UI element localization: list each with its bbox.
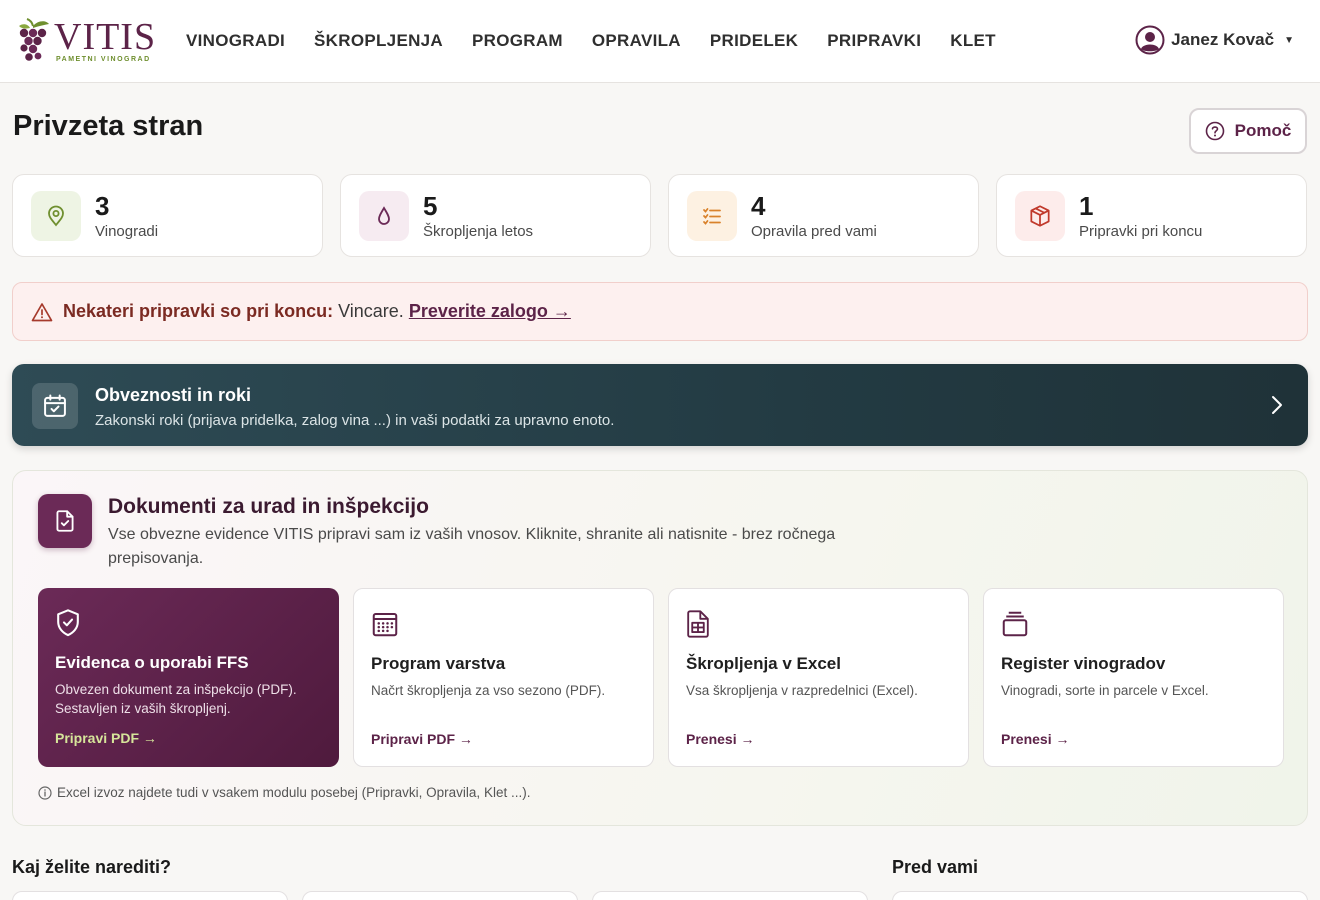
nav-pridelek[interactable]: PRIDELEK: [710, 31, 798, 51]
brand-tagline: PAMETNI VINOGRAD: [56, 56, 151, 63]
stat-label: Opravila pred vami: [751, 223, 877, 240]
doc-card-desc: Vinogradi, sorte in parcele v Excel.: [1001, 683, 1209, 698]
quick-action-card[interactable]: [592, 891, 868, 900]
stat-label: Pripravki pri koncu: [1079, 223, 1203, 240]
upcoming-card[interactable]: [892, 891, 1308, 900]
stat-label: Vinogradi: [95, 223, 159, 240]
shield-check-icon: [57, 609, 79, 637]
vitis-logo[interactable]: VITIS PAMETNI VINOGRAD: [14, 16, 159, 66]
prepare-pdf-link[interactable]: Pripravi PDF →: [55, 730, 157, 746]
doc-card-ffs[interactable]: Evidenca o uporabi FFS Obvezen dokument …: [38, 588, 339, 767]
info-icon: [38, 785, 52, 800]
doc-card-title: Škropljenja v Excel: [686, 654, 841, 673]
spreadsheet-file-icon: [687, 610, 709, 638]
doc-card-title: Evidenca o uporabi FFS: [55, 653, 249, 672]
stat-card-opravila[interactable]: 4 Opravila pred vami: [668, 174, 979, 257]
help-label: Pomoč: [1234, 121, 1292, 140]
low-stock-alert: Nekateri pripravki so pri koncu: Vincare…: [12, 282, 1308, 341]
main-menu: VINOGRADI ŠKROPLJENJA PROGRAM OPRAVILA P…: [186, 31, 1025, 51]
list-icon: [687, 191, 737, 241]
document-check-icon: [38, 494, 92, 548]
doc-card-desc: Obvezen dokument za inšpekcijo (PDF). Se…: [55, 682, 297, 716]
doc-card-excel[interactable]: Škropljenja v Excel Vsa škropljenja v ra…: [668, 588, 969, 767]
nav-pripravki[interactable]: PRIPRAVKI: [827, 31, 921, 51]
stat-value: 5: [423, 191, 438, 221]
excel-export-note: Excel izvoz najdete tudi v vsakem modulu…: [38, 785, 530, 800]
stat-label: Škropljenja letos: [423, 223, 534, 240]
prepare-pdf-link[interactable]: Pripravi PDF →: [371, 731, 473, 747]
note-text: Excel izvoz najdete tudi v vsakem modulu…: [57, 785, 531, 800]
location-pin-icon: [31, 191, 81, 241]
stat-value: 4: [751, 191, 766, 221]
obligations-title: Obveznosti in roki: [95, 385, 252, 405]
user-name: Janez Kovač: [1171, 30, 1275, 49]
stat-card-pripravki[interactable]: 1 Pripravki pri koncu: [996, 174, 1307, 257]
warning-icon: [31, 302, 53, 321]
documents-section: Dokumenti za urad in inšpekcijo Vse obve…: [12, 470, 1308, 826]
documents-description: Vse obvezne evidence VITIS pripravi sam …: [108, 526, 836, 567]
doc-card-register[interactable]: Register vinogradov Vinogradi, sorte in …: [983, 588, 1284, 767]
help-button[interactable]: Pomoč: [1189, 108, 1307, 154]
chevron-down-icon: ▼: [1284, 34, 1294, 46]
stat-value: 3: [95, 191, 110, 221]
top-navbar: VITIS PAMETNI VINOGRAD VINOGRADI ŠKROPLJ…: [0, 0, 1320, 83]
obligations-subtitle: Zakonski roki (prijava pridelka, zalog v…: [95, 412, 615, 429]
nav-program[interactable]: PROGRAM: [472, 31, 563, 51]
documents-title: Dokumenti za urad in inšpekcijo: [108, 495, 429, 518]
alert-heading: Nekateri pripravki so pri koncu:: [63, 301, 334, 321]
chevron-right-icon: [1272, 396, 1282, 414]
alert-text: Vincare.: [338, 301, 404, 321]
obligations-banner[interactable]: Obveznosti in roki Zakonski roki (prijav…: [12, 364, 1308, 446]
check-stock-link[interactable]: Preverite zalogo →: [409, 301, 571, 322]
quick-action-card[interactable]: [302, 891, 578, 900]
quick-action-card[interactable]: [12, 891, 288, 900]
droplet-icon: [359, 191, 409, 241]
doc-card-program[interactable]: Program varstva Načrt škropljenja za vso…: [353, 588, 654, 767]
nav-vinogradi[interactable]: VINOGRADI: [186, 31, 285, 51]
page-title: Privzeta stran: [13, 110, 204, 142]
box-icon: [1015, 191, 1065, 241]
brand-name: VITIS: [54, 16, 157, 58]
calendar-grid-icon: [372, 613, 398, 637]
nav-opravila[interactable]: OPRAVILA: [592, 31, 681, 51]
quick-actions-title: Kaj želite narediti?: [12, 857, 172, 877]
nav-klet[interactable]: KLET: [950, 31, 996, 51]
doc-card-desc: Vsa škropljenja v razpredelnici (Excel).: [686, 683, 918, 698]
stat-value: 1: [1079, 191, 1094, 221]
doc-card-title: Register vinogradov: [1001, 654, 1166, 673]
download-link[interactable]: Prenesi →: [686, 731, 754, 747]
user-avatar-icon: [1135, 25, 1165, 55]
upcoming-title: Pred vami: [892, 857, 979, 877]
stat-card-vinogradi[interactable]: 3 Vinogradi: [12, 174, 323, 257]
stack-icon: [1002, 611, 1028, 637]
user-menu[interactable]: Janez Kovač ▼: [1135, 25, 1294, 55]
doc-card-title: Program varstva: [371, 654, 506, 673]
doc-card-desc: Načrt škropljenja za vso sezono (PDF).: [371, 683, 606, 698]
grape-icon: [19, 18, 49, 61]
question-icon: [1205, 121, 1224, 141]
download-link[interactable]: Prenesi →: [1001, 731, 1069, 747]
calendar-check-icon: [32, 383, 78, 429]
nav-skropljenja[interactable]: ŠKROPLJENJA: [314, 31, 443, 51]
stat-card-skropljenja[interactable]: 5 Škropljenja letos: [340, 174, 651, 257]
